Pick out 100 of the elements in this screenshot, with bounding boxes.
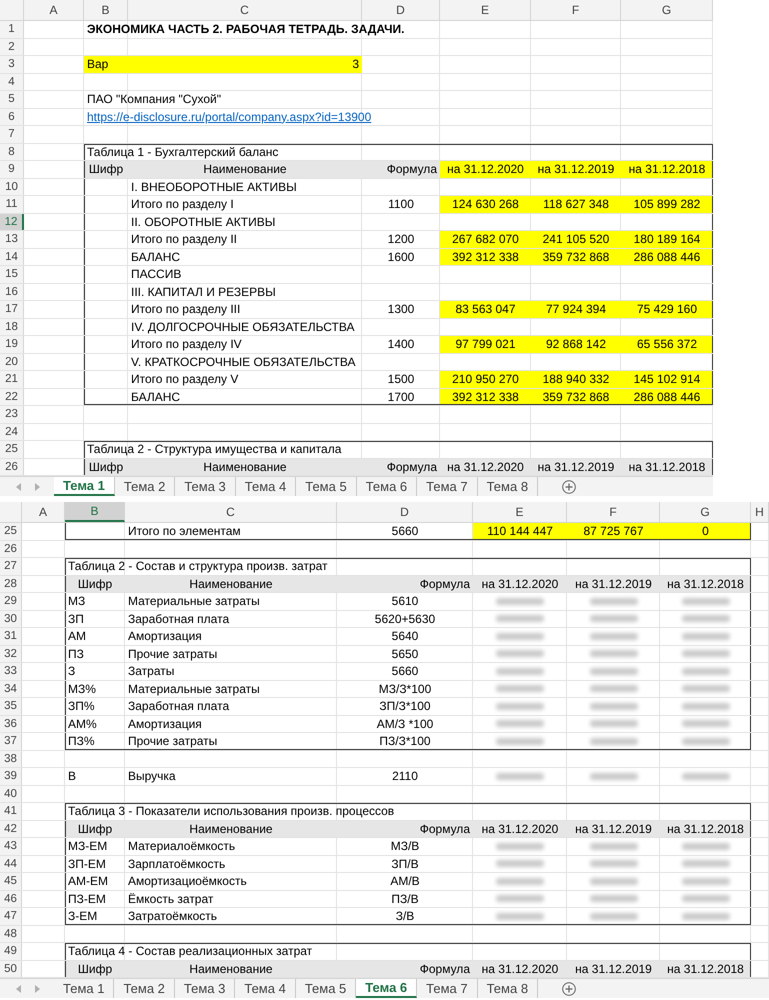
scroll-right-icon[interactable] [35,482,40,490]
row-number[interactable]: 41 [0,803,22,820]
row-number[interactable]: 31 [0,628,22,644]
row-number[interactable]: 10 [0,178,24,195]
row-number[interactable]: 21 [0,371,24,388]
row-number[interactable]: 11 [0,196,24,212]
column-header[interactable]: C [125,502,337,522]
value-cell: 145 102 914 [621,371,713,388]
row-number[interactable]: 29 [0,593,22,610]
row-number[interactable]: 26 [0,540,22,557]
code-cell-text: З-ЕМ [67,908,98,924]
column-header[interactable]: F [567,502,660,522]
sheet-tab[interactable]: Тема 8 [478,979,538,998]
row-number[interactable]: 5 [0,91,24,108]
row-number[interactable]: 33 [0,663,22,680]
row-number[interactable]: 46 [0,890,22,907]
row-number[interactable]: 35 [0,698,22,714]
column-header[interactable]: G [621,0,713,20]
add-sheet-icon[interactable] [562,982,576,996]
row-number[interactable]: 8 [0,144,24,160]
sheet-tab[interactable]: Тема 1 [54,979,114,998]
sheet-tab[interactable]: Тема 2 [114,979,175,998]
row-number[interactable]: 32 [0,646,22,662]
row-number[interactable]: 2 [0,38,24,55]
column-header[interactable]: D [337,502,473,522]
row-number[interactable]: 6 [0,108,24,125]
column-header[interactable]: G [660,502,751,522]
column-header[interactable]: B [84,0,128,20]
row-number[interactable]: 16 [0,284,24,300]
row-number[interactable]: 44 [0,856,22,872]
row-number[interactable]: 34 [0,680,22,697]
row-number[interactable]: 42 [0,820,22,837]
row-number[interactable]: 27 [0,558,22,574]
row-number[interactable]: 14 [0,248,24,265]
row-number[interactable]: 7 [0,126,24,142]
row-number[interactable]: 15 [0,266,24,282]
row-number[interactable]: 1 [0,21,24,38]
code-cell-text: МЗ% [67,680,97,697]
row-number[interactable]: 25 [0,441,24,458]
row-number[interactable]: 23 [0,406,24,422]
value-cell: 65 556 372 [621,336,713,352]
row-number[interactable]: 20 [0,354,24,370]
row-number[interactable]: 24 [0,424,24,440]
sheet-tab[interactable]: Тема 7 [417,979,478,998]
sheet-tab[interactable]: Тема 4 [236,477,296,496]
column-header[interactable]: D [362,0,440,20]
row-number[interactable]: 36 [0,716,22,732]
column-heading: Формула [337,960,473,977]
add-sheet-icon[interactable] [562,480,576,494]
row-number[interactable]: 49 [0,943,22,960]
column-header[interactable]: E [440,0,531,20]
sheet-tab[interactable]: Тема 6 [356,979,418,998]
row-number[interactable]: 12 [0,214,24,230]
row-number[interactable]: 39 [0,768,22,784]
column-header[interactable]: H [751,502,769,522]
sheet-tab[interactable]: Тема 7 [417,477,478,496]
row-number[interactable]: 9 [0,161,24,178]
column-header[interactable]: B [65,502,125,522]
row-number[interactable]: 47 [0,908,22,924]
row-number[interactable]: 38 [0,750,22,767]
code-cell-text: ПЗ-ЕМ [67,890,107,907]
row-number[interactable]: 30 [0,610,22,627]
sheet-tab[interactable]: Тема 6 [356,477,418,496]
row-number[interactable]: 26 [0,458,24,475]
scroll-right-icon[interactable] [35,984,40,992]
table-caption: Таблица 3 - Показатели использования произв. процессов [67,803,396,820]
name-cell-text: БАЛАНС [130,248,182,265]
row-number[interactable]: 22 [0,388,24,405]
formula-cell-text: 5620+5630 [374,610,436,627]
column-heading: Формула [337,576,473,592]
formula-cell-text: 5650 [390,646,420,662]
row-number[interactable]: 50 [0,960,22,977]
row-number[interactable]: 3 [0,56,24,72]
row-number[interactable]: 4 [0,74,24,90]
row-number[interactable]: 19 [0,336,24,352]
row-number[interactable]: 37 [0,733,22,750]
sheet-tab[interactable]: Тема 3 [174,979,236,998]
row-number[interactable]: 18 [0,318,24,335]
sheet-tab[interactable]: Тема 1 [54,477,115,496]
column-header[interactable]: C [128,0,362,20]
row-number[interactable]: 43 [0,838,22,854]
row-number[interactable]: 13 [0,231,24,248]
column-header[interactable]: F [531,0,621,20]
row-number[interactable]: 17 [0,301,24,318]
sheet-tab[interactable]: Тема 8 [478,477,538,496]
disclosure-link[interactable]: https://e-disclosure.ru/portal/company.aspx?id=13900 [87,110,372,124]
scroll-left-icon[interactable] [16,482,21,490]
sheet-tab[interactable]: Тема 3 [175,477,236,496]
column-heading: Шифр [84,458,128,475]
sheet-tab[interactable]: Тема 2 [114,477,176,496]
row-number[interactable]: 48 [0,926,22,942]
column-header[interactable]: A [24,0,84,20]
sheet-tab[interactable]: Тема 5 [296,477,357,496]
row-number[interactable]: 40 [0,786,22,802]
scroll-left-icon[interactable] [16,984,21,992]
sheet-tab[interactable]: Тема 4 [235,979,296,998]
row-number[interactable]: 25 [0,523,22,540]
column-header[interactable]: E [473,502,567,522]
row-number[interactable]: 28 [0,576,22,592]
row-number[interactable]: 45 [0,873,22,890]
